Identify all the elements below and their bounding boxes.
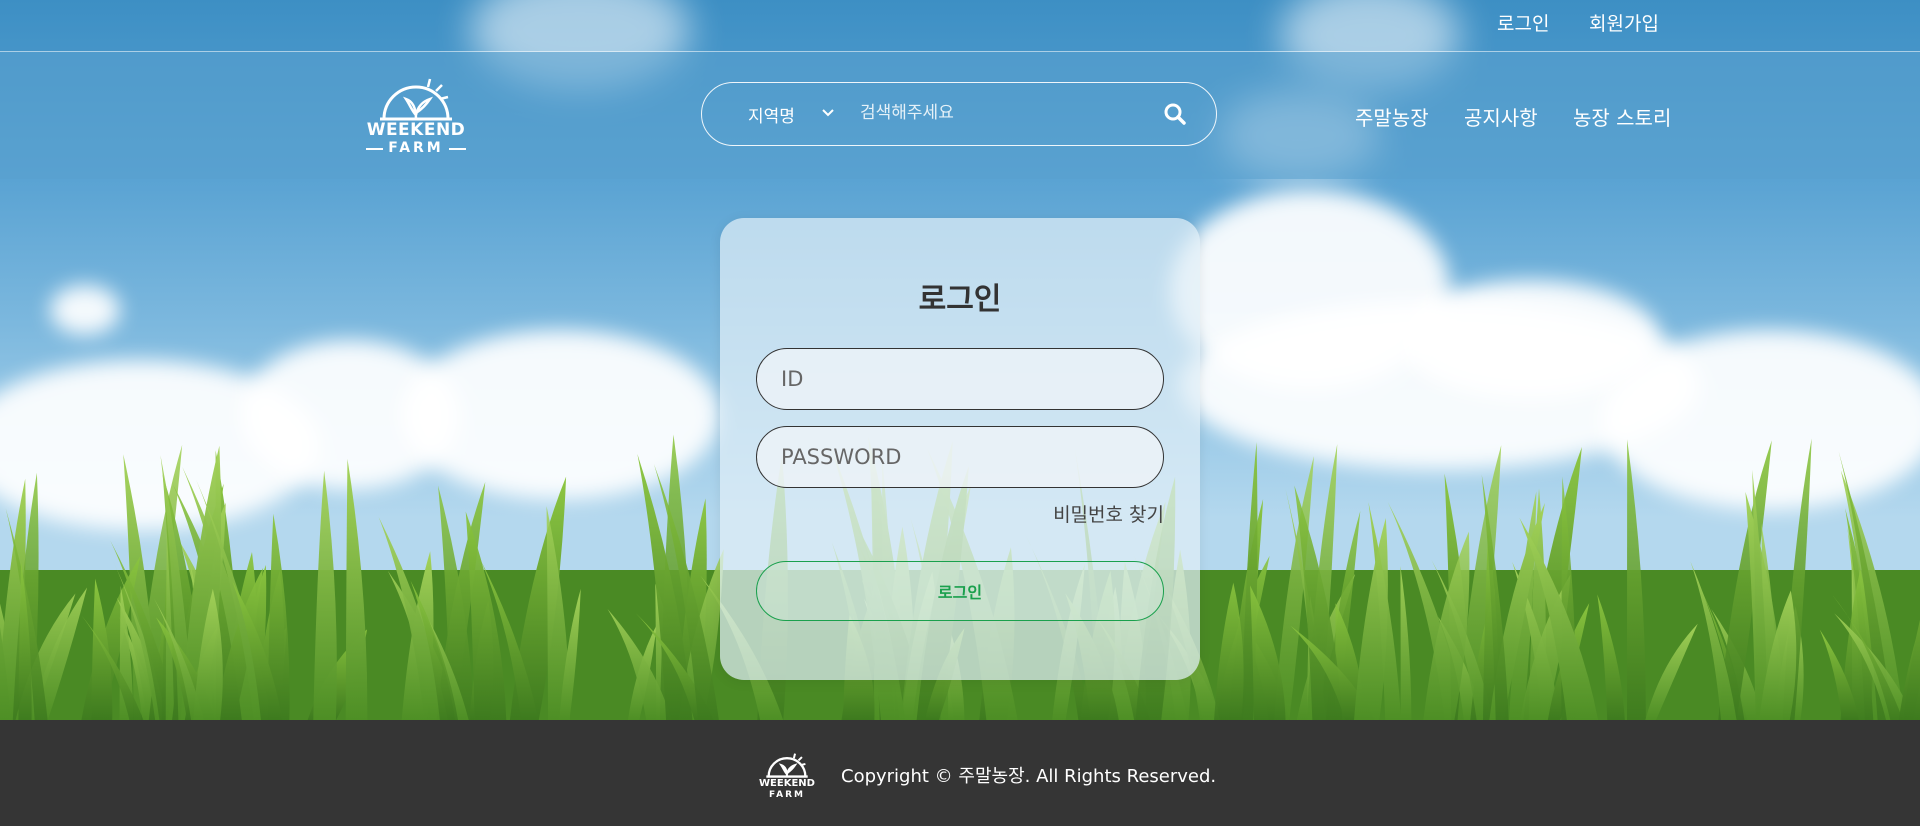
main-header: WEEKEND FARM 지역명 주말농장 공지사항 농장 스토리	[0, 52, 1920, 179]
nav-notices[interactable]: 공지사항	[1464, 102, 1538, 131]
site-logo[interactable]: WEEKEND FARM	[366, 75, 466, 159]
forgot-password-link[interactable]: 비밀번호 찾기	[1053, 500, 1164, 527]
logo-sun-sprout-icon	[380, 78, 452, 121]
top-signup-link[interactable]: 회원가입	[1589, 9, 1659, 36]
nav-weekend-farm[interactable]: 주말농장	[1355, 102, 1429, 131]
footer-logo-weekend: WEEKEND	[759, 778, 815, 789]
nav-farm-story[interactable]: 농장 스토리	[1573, 102, 1671, 131]
id-input[interactable]	[756, 348, 1164, 410]
login-title: 로그인	[918, 282, 1002, 317]
search-icon[interactable]	[1162, 101, 1188, 127]
footer-logo: WEEKEND FARM	[756, 751, 818, 801]
login-submit-button[interactable]: 로그인	[756, 561, 1164, 621]
copyright-text: Copyright © 주말농장. All Rights Reserved.	[841, 766, 1217, 787]
top-login-link[interactable]: 로그인	[1497, 9, 1549, 36]
logo-sun-sprout-icon	[766, 753, 808, 778]
search-input[interactable]	[860, 97, 1140, 129]
login-card: 로그인 비밀번호 찾기 로그인	[720, 218, 1200, 680]
logo-text-weekend: WEEKEND	[366, 120, 466, 140]
chevron-down-icon[interactable]	[820, 105, 836, 121]
password-input[interactable]	[756, 426, 1164, 488]
footer: WEEKEND FARM Copyright © 주말농장. All Right…	[0, 720, 1920, 826]
search-bar: 지역명	[701, 82, 1217, 146]
region-select-label[interactable]: 지역명	[748, 102, 795, 127]
footer-logo-farm: FARM	[769, 790, 805, 800]
top-utility-bar: 로그인 회원가입	[0, 0, 1920, 52]
